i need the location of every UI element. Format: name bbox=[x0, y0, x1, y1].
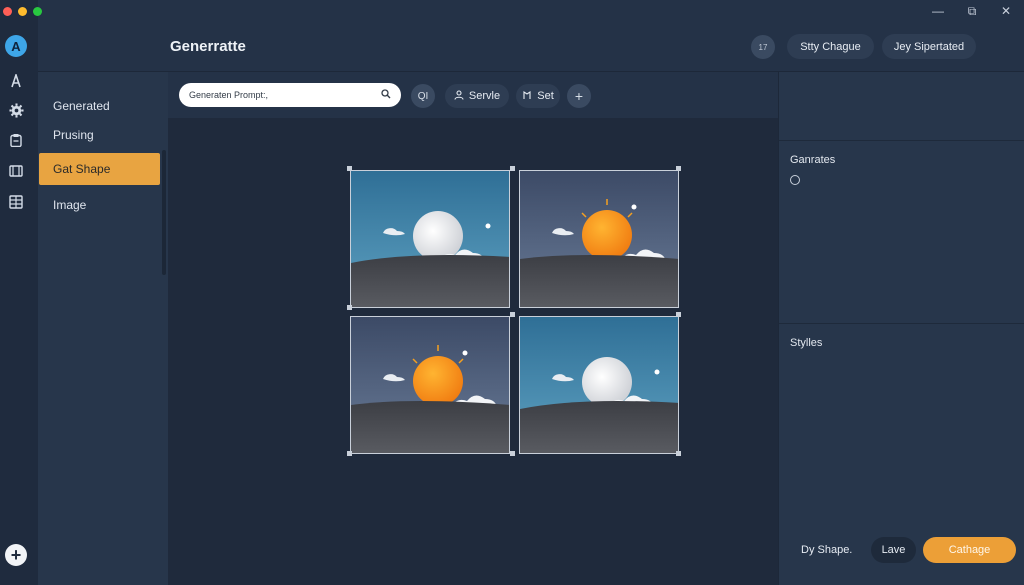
set-label: Set bbox=[537, 90, 554, 102]
generated-image-4[interactable] bbox=[519, 316, 679, 454]
sun-landscape-illustration bbox=[351, 171, 509, 307]
resize-handle[interactable] bbox=[510, 312, 515, 317]
dy-shape-label: Dy Shape. bbox=[801, 544, 853, 556]
search-placeholder: Generaten Prompt:, bbox=[189, 90, 269, 100]
resize-handle[interactable] bbox=[676, 312, 681, 317]
clipboard-icon[interactable] bbox=[7, 131, 25, 149]
film-icon[interactable] bbox=[7, 162, 25, 180]
left-panel bbox=[38, 72, 168, 585]
resize-handle[interactable] bbox=[676, 451, 681, 456]
cathage-button[interactable]: Cathage bbox=[923, 537, 1016, 563]
qi-button[interactable]: QI bbox=[411, 84, 435, 108]
resize-handle[interactable] bbox=[510, 166, 515, 171]
generated-image-2[interactable] bbox=[519, 170, 679, 308]
close-icon[interactable]: ✕ bbox=[1000, 4, 1012, 19]
header-small-button[interactable]: 17 bbox=[751, 35, 775, 59]
user-icon bbox=[454, 89, 464, 103]
resize-handle[interactable] bbox=[676, 166, 681, 171]
generated-image-3[interactable] bbox=[350, 316, 510, 454]
sidebar-scrollbar[interactable] bbox=[162, 150, 166, 275]
right-panel bbox=[778, 72, 1024, 585]
page-title: Generratte bbox=[170, 38, 246, 55]
sidebar-item-image[interactable]: Image bbox=[53, 198, 86, 212]
resize-handle[interactable] bbox=[510, 451, 515, 456]
app-logo[interactable]: A bbox=[5, 35, 27, 57]
prompt-search-input[interactable]: Generaten Prompt:, bbox=[179, 83, 401, 107]
minimize-icon[interactable]: — bbox=[932, 4, 944, 19]
gear-icon[interactable] bbox=[7, 101, 25, 119]
jey-sipertated-button[interactable]: Jey Sipertated bbox=[882, 34, 976, 59]
generated-image-1[interactable] bbox=[350, 170, 510, 308]
lave-button[interactable]: Lave bbox=[871, 537, 916, 563]
servle-button[interactable]: Servle bbox=[445, 84, 509, 108]
resize-handle[interactable] bbox=[347, 166, 352, 171]
set-button[interactable]: Set bbox=[516, 84, 560, 108]
sun-landscape-illustration bbox=[520, 171, 678, 307]
minimize-window-dot[interactable] bbox=[18, 7, 27, 16]
window-controls: — ⧉ ✕ bbox=[932, 4, 1012, 19]
resize-handle[interactable] bbox=[347, 451, 352, 456]
sun-landscape-illustration bbox=[351, 317, 509, 453]
sidebar-item-gat-shape[interactable]: Gat Shape bbox=[39, 153, 160, 185]
sun-landscape-illustration bbox=[520, 317, 678, 453]
add-tool-button[interactable]: + bbox=[567, 84, 591, 108]
stylles-title: Stylles bbox=[790, 337, 823, 349]
right-panel-divider bbox=[779, 140, 1024, 141]
text-tool-icon[interactable] bbox=[7, 72, 25, 90]
zoom-window-dot[interactable] bbox=[33, 7, 42, 16]
search-icon[interactable] bbox=[381, 89, 391, 101]
close-window-dot[interactable] bbox=[3, 7, 12, 16]
window-traffic-lights bbox=[3, 7, 42, 16]
sidebar-item-prusing[interactable]: Prusing bbox=[53, 128, 94, 142]
add-button[interactable]: + bbox=[5, 544, 27, 566]
right-panel-divider bbox=[779, 323, 1024, 324]
sidebar-item-generated[interactable]: Generated bbox=[53, 99, 110, 113]
grid-icon[interactable] bbox=[7, 193, 25, 211]
stty-chague-button[interactable]: Stty Chague bbox=[787, 34, 874, 59]
resize-handle[interactable] bbox=[347, 305, 352, 310]
servle-label: Servle bbox=[468, 90, 501, 102]
ganrates-title: Ganrates bbox=[790, 154, 836, 166]
ganrates-radio[interactable] bbox=[790, 175, 800, 185]
restore-icon[interactable]: ⧉ bbox=[966, 4, 978, 19]
set-icon bbox=[522, 90, 532, 103]
